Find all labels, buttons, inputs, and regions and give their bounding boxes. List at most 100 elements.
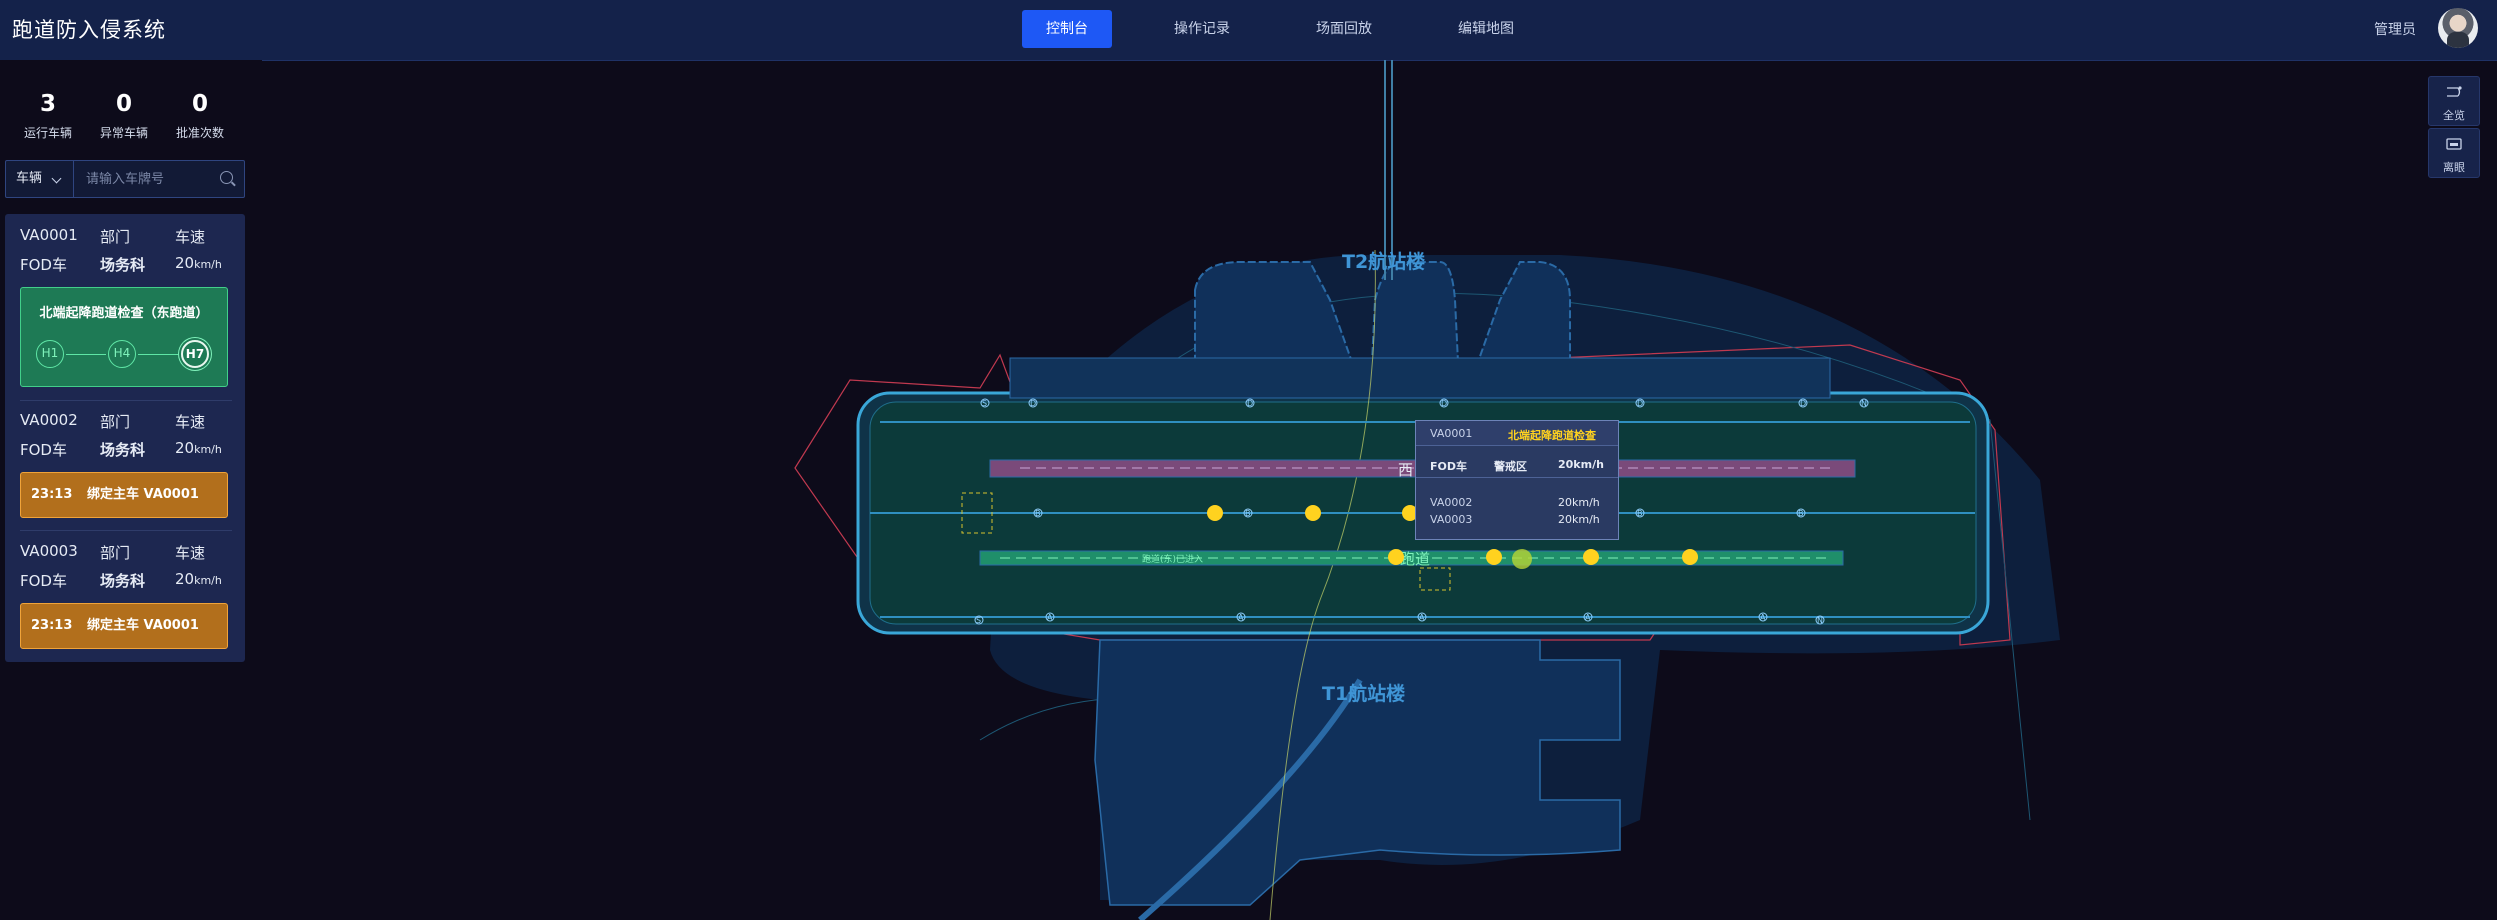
eye-view-label: 离眼: [2443, 161, 2465, 174]
taxi-label: N: [1861, 399, 1867, 408]
vehicle-dept: 场务科: [100, 572, 146, 590]
taxi-label: D: [1030, 399, 1036, 408]
vehicle-marker: [1682, 549, 1698, 565]
popup-sub-speed: 20km/h: [1558, 496, 1600, 509]
route-node-h1[interactable]: H1: [36, 340, 64, 368]
label-runway-note: 跑道(东)已进入: [1142, 553, 1203, 565]
nav-scene-replay[interactable]: 场面回放: [1292, 10, 1396, 48]
search-input[interactable]: [84, 161, 218, 197]
label-runway-west: 西: [1398, 461, 1413, 479]
avatar[interactable]: [2438, 8, 2478, 48]
divider: [20, 400, 232, 401]
label-runway: 跑道: [1400, 550, 1430, 568]
taxi-label: B: [1637, 509, 1643, 518]
nav-edit-map[interactable]: 编辑地图: [1434, 10, 1538, 48]
route-card[interactable]: 北端起降跑道检查（东跑道） H1 H4 H7: [20, 287, 228, 387]
stat-label: 运行车辆: [23, 126, 72, 140]
stat-abnormal-vehicles: 0 异常车辆: [86, 90, 162, 141]
vehicle-marker: [1388, 549, 1404, 565]
taxi-label: A: [1238, 613, 1244, 622]
dept-label: 部门: [100, 228, 131, 246]
nav-operation-log[interactable]: 操作记录: [1150, 10, 1254, 48]
search-icon[interactable]: [220, 171, 233, 184]
bind-time: 23:13: [31, 618, 73, 633]
overview-button[interactable]: 全览: [2428, 76, 2480, 126]
speed-value: 20: [175, 439, 195, 457]
bind-text: 绑定主车 VA0001: [87, 487, 199, 502]
overview-label: 全览: [2443, 109, 2465, 122]
dept-label: 部门: [100, 544, 131, 562]
speed-label: 车速: [175, 413, 206, 431]
bind-text: 绑定主车 VA0001: [87, 618, 199, 633]
popup-speed: 20km/h: [1558, 458, 1604, 471]
taxi-label: A: [1760, 613, 1766, 622]
stat-value: 3: [39, 91, 56, 117]
bind-status: 23:13 绑定主车 VA0001: [20, 603, 228, 649]
popup-task: 北端起降跑道检查: [1508, 429, 1596, 442]
bind-time: 23:13: [31, 487, 73, 502]
vehicle-marker: [1583, 549, 1599, 565]
taxi-label: N: [1817, 616, 1823, 625]
chevron-down-icon: [51, 173, 62, 184]
speed-label: 车速: [175, 544, 206, 562]
search-type-label: 车辆: [16, 171, 43, 186]
vehicle-marker: [1512, 549, 1532, 569]
taxi-label: B: [1798, 509, 1804, 518]
vehicle-popup[interactable]: VA0001 北端起降跑道检查 FOD车 警戒区 20km/h VA0002 2…: [1415, 420, 1619, 540]
route-node-h4[interactable]: H4: [108, 340, 136, 368]
vehicle-dept: 场务科: [100, 256, 146, 274]
stats-bar: 3 运行车辆 0 异常车辆 0 批准次数: [0, 90, 262, 141]
vehicle-type: FOD车: [20, 572, 67, 590]
stat-label: 批准次数: [175, 126, 224, 140]
route-title: 北端起降跑道检查（东跑道）: [39, 306, 209, 321]
top-bar: 跑道防入侵系统 控制台 操作记录 场面回放 编辑地图 管理员: [0, 0, 2497, 61]
popup-vehicle-id: VA0001: [1430, 427, 1473, 440]
route-node-h7[interactable]: H7: [181, 340, 209, 368]
nav-console[interactable]: 控制台: [1022, 10, 1112, 48]
taxi-label: D: [1441, 399, 1447, 408]
speed-unit: km/h: [194, 443, 222, 456]
label-t2: T2航站楼: [1342, 250, 1425, 273]
taxi-label: S: [982, 399, 987, 408]
vehicle-marker: [1207, 505, 1223, 521]
divider: [20, 530, 232, 531]
vehicle-marker: [1305, 505, 1321, 521]
vehicle-id: VA0001: [20, 226, 78, 244]
speed-value: 20: [175, 254, 195, 272]
stat-value: 0: [115, 91, 132, 117]
taxi-label: D: [1247, 399, 1253, 408]
vehicle-speed: 20km/h: [175, 439, 222, 457]
popup-zone: 警戒区: [1494, 460, 1527, 473]
taxi-label: A: [1047, 613, 1053, 622]
search-type-select[interactable]: 车辆: [6, 161, 74, 197]
taxi-label: A: [1585, 613, 1591, 622]
speed-unit: km/h: [194, 574, 222, 587]
vehicle-marker: [1486, 549, 1502, 565]
popup-sub-speed: 20km/h: [1558, 513, 1600, 526]
taxi-label: A: [1419, 613, 1425, 622]
app-title: 跑道防入侵系统: [12, 18, 166, 42]
route-connector: [138, 354, 178, 355]
stat-value: 0: [191, 91, 208, 117]
vehicle-speed: 20km/h: [175, 254, 222, 272]
taxi-label: B: [1035, 509, 1041, 518]
screen-icon: [2446, 138, 2462, 150]
popup-sub-id: VA0003: [1430, 513, 1473, 526]
main-nav: 控制台 操作记录 场面回放 编辑地图: [1022, 10, 1576, 48]
dept-label: 部门: [100, 413, 131, 431]
vehicle-speed: 20km/h: [175, 570, 222, 588]
vehicle-dept: 场务科: [100, 441, 146, 459]
popup-type: FOD车: [1430, 460, 1467, 473]
vehicle-id: VA0003: [20, 542, 78, 560]
popup-divider: [1416, 477, 1618, 478]
user-name[interactable]: 管理员: [2374, 19, 2416, 39]
stat-approvals: 0 批准次数: [162, 90, 238, 141]
route-icon: [2447, 86, 2462, 97]
bind-status: 23:13 绑定主车 VA0001: [20, 472, 228, 518]
route-connector: [66, 354, 106, 355]
eye-view-button[interactable]: 离眼: [2428, 128, 2480, 178]
taxi-label: D: [1800, 399, 1806, 408]
airport-map[interactable]: T2航站楼 T1航站楼 西 跑道 跑道(东)已进入 S D D D D D N …: [262, 60, 2497, 920]
taxi-label: B: [1245, 509, 1251, 518]
vehicle-list: VA0001 部门 车速 FOD车 场务科 20km/h 北端起降跑道检查（东跑…: [5, 214, 245, 662]
